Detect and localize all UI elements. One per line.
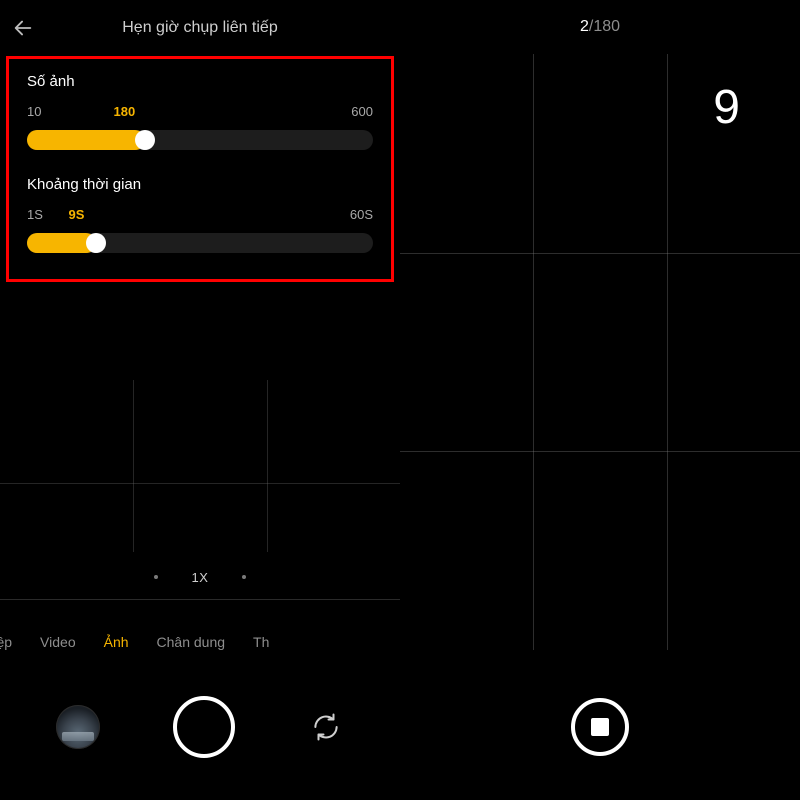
interval-max: 60S: [350, 207, 373, 222]
count-setting: Số ảnh 10 180 600: [27, 73, 373, 150]
count-value: 180: [114, 104, 136, 119]
gallery-thumbnail[interactable]: [56, 705, 100, 749]
count-label: Số ảnh: [27, 73, 373, 90]
progress-total: 180: [593, 18, 620, 35]
count-min: 10: [27, 104, 41, 119]
interval-countdown: 9: [713, 80, 740, 135]
grid-line: [133, 380, 134, 552]
progress-current: 2: [580, 18, 589, 35]
count-max: 600: [351, 104, 373, 119]
header: Hẹn giờ chụp liên tiếp: [0, 0, 400, 56]
stop-button[interactable]: [571, 698, 629, 756]
grid-line: [667, 54, 668, 650]
interval-setting: Khoảng thời gian 1S 9S 60S: [27, 176, 373, 253]
zoom-wide-dot-icon[interactable]: [154, 575, 158, 579]
grid-line: [400, 253, 800, 254]
divider: [0, 599, 400, 600]
page-title: Hẹn giờ chụp liên tiếp: [44, 18, 388, 38]
count-slider[interactable]: [27, 130, 373, 150]
zoom-tele-dot-icon[interactable]: [242, 575, 246, 579]
zoom-value[interactable]: 1X: [192, 570, 209, 585]
shutter-button[interactable]: [173, 696, 235, 758]
mode-strip[interactable]: nghiệp Video Ảnh Chân dung Th: [0, 634, 400, 650]
interval-slider[interactable]: [27, 233, 373, 253]
arrow-left-icon: [12, 17, 34, 39]
shutter-bar: [400, 682, 800, 772]
interval-scale: 1S 9S 60S: [27, 207, 373, 223]
interval-slider-knob[interactable]: [86, 233, 106, 253]
mode-pro[interactable]: nghiệp: [0, 634, 12, 650]
grid-line: [533, 54, 534, 650]
back-button[interactable]: [12, 17, 44, 39]
grid-line: [267, 380, 268, 552]
interval-label: Khoảng thời gian: [27, 176, 373, 193]
mode-more[interactable]: Th: [253, 634, 269, 650]
interval-min: 1S: [27, 207, 43, 222]
grid-line: [400, 451, 800, 452]
progress-counter: 2/180: [400, 18, 800, 36]
viewfinder-grid: [0, 380, 400, 552]
shutter-bar: [0, 682, 400, 772]
stop-icon: [591, 718, 609, 736]
zoom-selector[interactable]: 1X: [0, 564, 400, 590]
mode-video[interactable]: Video: [40, 634, 76, 650]
count-slider-fill: [27, 130, 145, 150]
mode-portrait[interactable]: Chân dung: [157, 634, 226, 650]
count-scale: 10 180 600: [27, 104, 373, 120]
count-slider-knob[interactable]: [135, 130, 155, 150]
switch-camera-button[interactable]: [308, 709, 344, 745]
settings-screen: Hẹn giờ chụp liên tiếp Số ảnh 10 180 600…: [0, 0, 400, 800]
mode-photo[interactable]: Ảnh: [104, 634, 129, 650]
switch-camera-icon: [311, 712, 341, 742]
viewfinder-grid: [400, 54, 800, 650]
capture-screen: 2/180 9: [400, 0, 800, 800]
settings-highlight: Số ảnh 10 180 600 Khoảng thời gian 1S 9S…: [6, 56, 394, 282]
interval-value: 9S: [69, 207, 85, 222]
grid-line: [0, 483, 400, 484]
